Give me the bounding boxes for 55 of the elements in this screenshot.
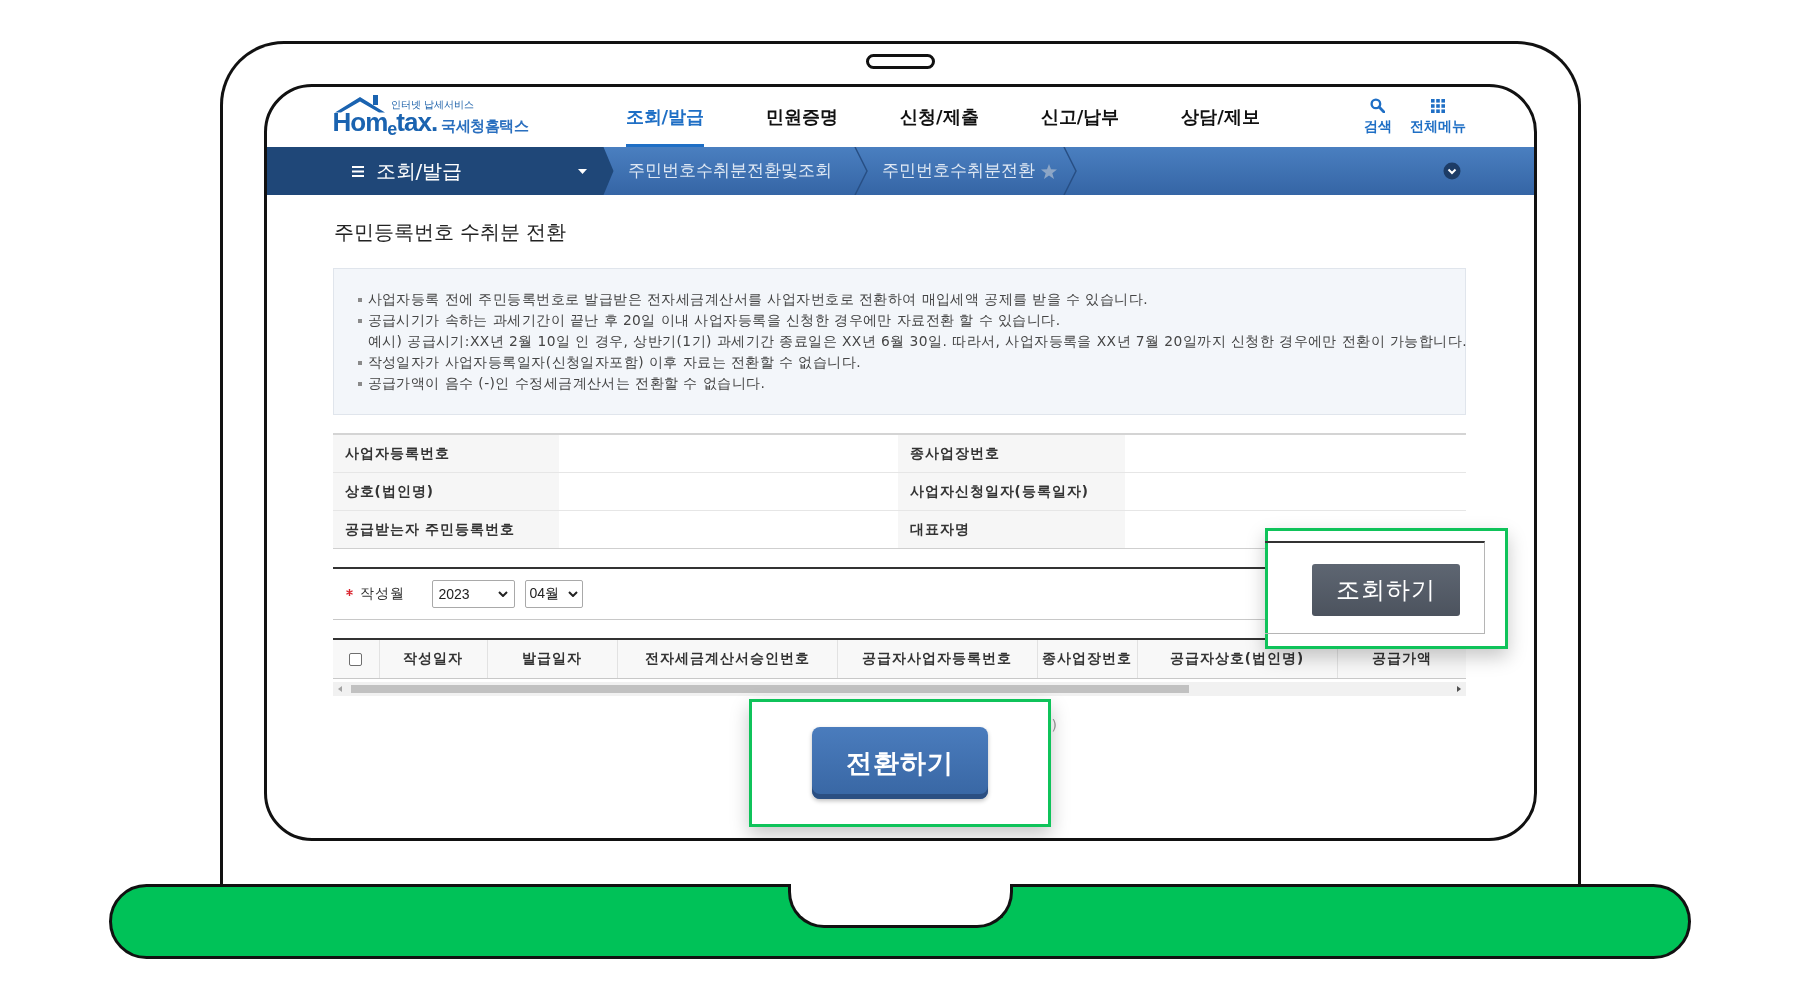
column-header: 발급일자 bbox=[487, 640, 618, 678]
field-label: 공급받는자 주민등록번호 bbox=[332, 511, 559, 548]
caret-icon bbox=[577, 168, 587, 174]
scroll-left-icon[interactable] bbox=[337, 686, 342, 692]
menu-dropdown[interactable]: 조회/발급 bbox=[266, 147, 614, 195]
filter-label: 작성월 bbox=[359, 585, 405, 603]
search-button[interactable]: 조회하기 bbox=[1311, 564, 1460, 616]
chevron-down-icon bbox=[497, 591, 508, 597]
scroll-right-icon[interactable] bbox=[1456, 686, 1461, 692]
star-icon[interactable] bbox=[1040, 163, 1057, 179]
bullet-icon bbox=[357, 318, 362, 323]
nav-tab[interactable]: 상담/제보 bbox=[1181, 87, 1260, 147]
page-title: 주민등록번호 수취분 전환 bbox=[333, 220, 568, 244]
bullet-icon bbox=[357, 297, 362, 302]
search-icon bbox=[1370, 98, 1385, 113]
logo-name: 국세청홈택스 bbox=[441, 116, 529, 136]
column-header: 공급자사업자등록번호 bbox=[837, 640, 1038, 678]
notice-text: 작성일자가 사업자등록일자(신청일자포함) 이후 자료는 전환할 수 없습니다. bbox=[367, 353, 861, 372]
all-menu-button[interactable]: 전체메뉴 bbox=[1409, 98, 1466, 136]
nav-tab[interactable]: 민원증명 bbox=[766, 87, 839, 147]
column-header: 종사업장번호 bbox=[1037, 640, 1138, 678]
notice-text: 공급가액이 음수 (-)인 수정세금계산서는 전환할 수 없습니다. bbox=[367, 374, 766, 393]
grid-menu-icon bbox=[1430, 98, 1445, 113]
field-label: 상호(법인명) bbox=[332, 473, 559, 511]
scrollbar-thumb[interactable] bbox=[350, 685, 1189, 693]
camera-notch bbox=[865, 54, 935, 69]
field-label: 사업자신청일자(등록일자) bbox=[897, 473, 1125, 511]
separator-chevron-icon bbox=[853, 147, 868, 195]
month-select[interactable]: 04월 bbox=[524, 580, 583, 608]
notice-text: 공급시기가 속하는 과세기간이 끝난 후 20일 이내 사업자등록을 신청한 경우에만 자료전환 할 수 있습니다. bbox=[367, 311, 1061, 330]
field-label: 종사업장번호 bbox=[897, 435, 1125, 473]
notice-text: 예시) 공급시기:XX년 2월 10일 인 경우, 상반기(1기) 과세기간 종료일은 XX년 6월 30일. 따라서, 사업자등록을 XX년 7월 20일까지 신청한 경우에만 전환이 가능합니다. bbox=[367, 332, 1468, 351]
column-header: 공급가액 bbox=[1370, 649, 1433, 668]
chevron-down-icon[interactable] bbox=[1442, 162, 1461, 180]
notice-text: 사업자등록 전에 주민등록번호로 발급받은 전자세금계산서를 사업자번호로 전환하여 매입세액 공제를 받을 수 있습니다. bbox=[367, 290, 1149, 309]
separator-chevron-icon bbox=[1062, 147, 1077, 195]
breadcrumb-link[interactable]: 주민번호수취분전환 bbox=[881, 160, 1035, 182]
field-label: 대표자명 bbox=[897, 511, 1125, 548]
search-button[interactable]: 검색 bbox=[1363, 98, 1392, 136]
bullet-icon bbox=[357, 360, 362, 365]
text-fragment: ) bbox=[1051, 717, 1057, 733]
year-select[interactable]: 2023 bbox=[431, 580, 515, 608]
logo-tagline: 인터넷 납세서비스 bbox=[390, 99, 474, 110]
menu-icon bbox=[351, 165, 364, 177]
select-all-checkbox[interactable] bbox=[349, 652, 362, 666]
chevron-down-icon bbox=[567, 591, 578, 597]
column-header: 작성일자 bbox=[379, 640, 488, 678]
breadcrumb-link[interactable]: 주민번호수취분전환및조회 bbox=[627, 160, 832, 182]
nav-tab[interactable]: 신고/납부 bbox=[1040, 87, 1120, 147]
bullet-icon bbox=[357, 381, 362, 386]
convert-button[interactable]: 전환하기 bbox=[811, 727, 988, 799]
column-header: 전자세금계산서승인번호 bbox=[617, 640, 838, 678]
nav-tab[interactable]: 신청/제출 bbox=[900, 87, 979, 147]
horizontal-scrollbar[interactable] bbox=[332, 682, 1466, 696]
field-label: 사업자등록번호 bbox=[332, 435, 559, 473]
